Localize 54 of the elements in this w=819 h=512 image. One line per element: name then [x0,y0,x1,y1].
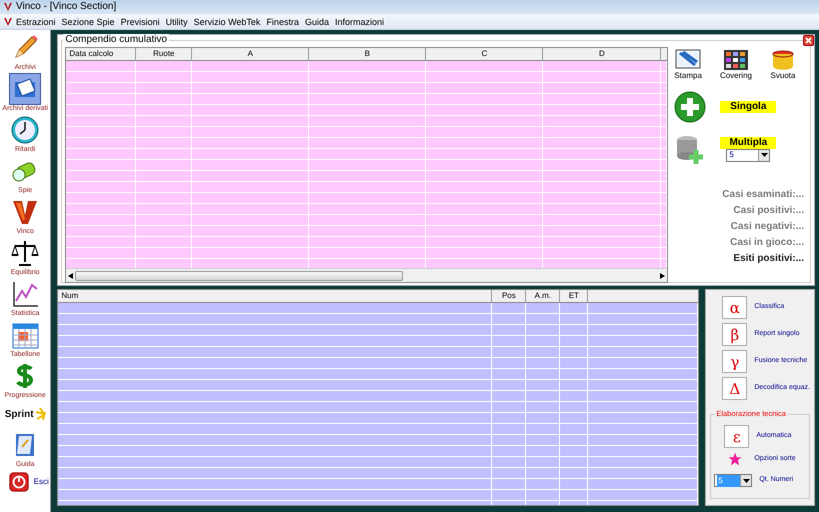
menu-item[interactable]: Finestra [263,16,302,28]
stat-label: Esiti positivi:... [733,253,804,265]
scrollbar-thumb[interactable] [75,270,404,280]
menu-item[interactable]: Guida [302,16,332,28]
technique-button[interactable]: γ [722,350,748,373]
caret-icon [742,478,750,482]
horizontal-scrollbar[interactable] [66,268,668,282]
column-header[interactable]: D [543,48,662,60]
menu-item[interactable]: Utility [162,16,191,28]
window-title: Vinco - [Vinco Section] [16,1,116,13]
clock-icon [10,115,40,145]
column-header[interactable]: ET [560,290,588,302]
stat-label: Casi negativi:... [730,221,804,233]
technique-button[interactable]: Δ [722,377,748,400]
menu-item[interactable]: Sezione Spie [58,16,118,28]
technique-button[interactable]: ε [724,425,750,448]
menu-item[interactable]: Servizio WebTek [190,16,264,28]
scroll-right-icon[interactable] [660,272,666,278]
stat-label: Casi esaminati:... [722,189,804,201]
pencils-icon [675,49,702,71]
column-header[interactable]: A [192,48,310,60]
spark-icon [34,406,46,422]
star-icon[interactable] [728,452,742,466]
toolbar-button[interactable]: Stampa [674,49,702,81]
column-header[interactable]: Data calcolo [66,48,136,60]
technique-button[interactable]: β [722,323,748,346]
column-header[interactable]: A.m. [526,290,560,302]
toolbar-button[interactable]: Svuota [770,49,796,81]
column-header[interactable]: B [309,48,426,60]
technique-button[interactable]: α [722,296,748,319]
toolbar-button[interactable]: Covering [720,49,752,81]
stat-label: Casi positivi:... [733,205,804,217]
jar-icon [770,49,796,71]
folder-icon [10,74,40,104]
caret-icon [760,153,768,157]
menu-item[interactable]: Estrazioni [13,16,59,28]
action-button[interactable]: Multipla [720,136,776,148]
menu-item[interactable]: Previsioni [118,16,163,28]
panel-title: Compendio cumulativo [63,34,170,46]
scales-icon [10,238,40,268]
power-icon [8,471,30,493]
stat-label: Casi in gioco:... [730,237,804,249]
column-header[interactable]: Num [58,290,492,302]
close-icon[interactable] [803,35,814,46]
column-header[interactable]: Ruote [136,48,192,60]
color-grid-icon [722,49,749,71]
sidebar-item[interactable]: Esci [8,471,49,493]
count-dropdown[interactable]: 5 [726,148,770,162]
sidebar-item[interactable]: Sprint [4,406,46,422]
plus-icon[interactable] [674,91,706,123]
column-header[interactable]: Pos [492,290,526,302]
action-button[interactable]: Singola [720,101,776,113]
column-header[interactable]: C [426,48,544,60]
menu-item[interactable]: Informazioni [332,16,388,28]
